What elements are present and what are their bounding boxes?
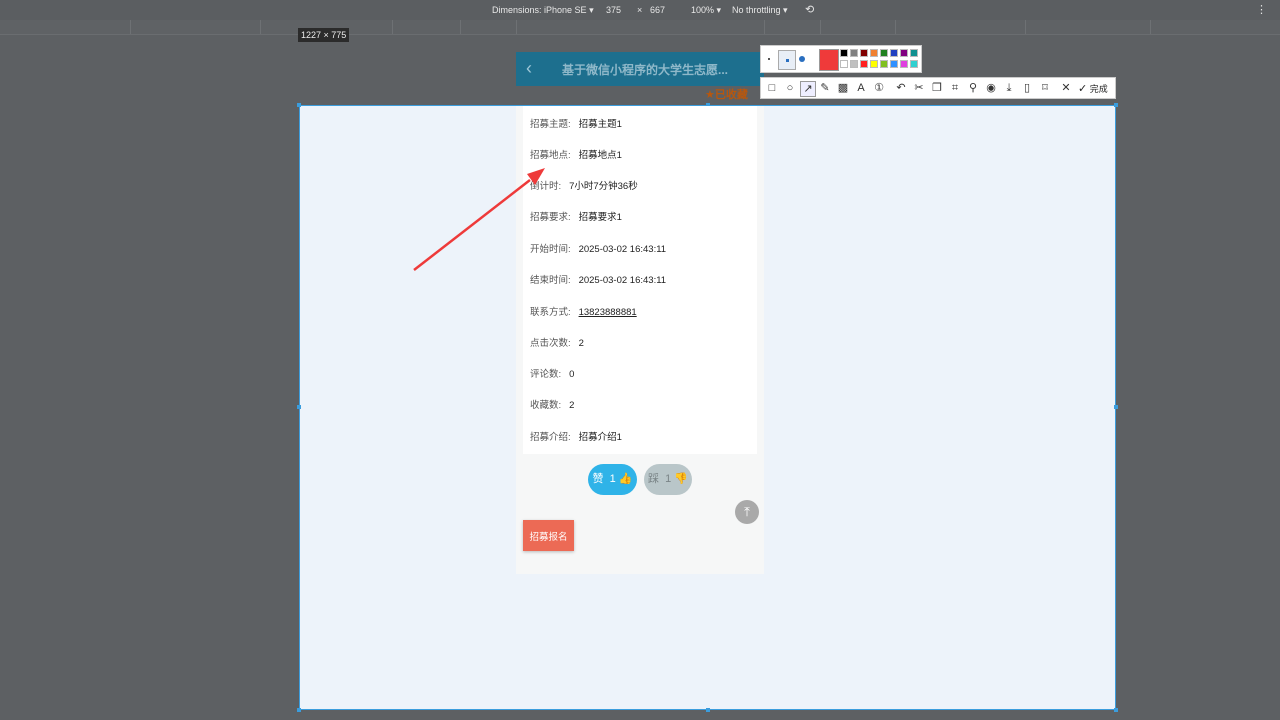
copy-icon[interactable]: ❐ bbox=[930, 81, 944, 95]
number-tool-icon[interactable]: ① bbox=[872, 81, 886, 95]
mosaic-tool-icon[interactable]: ▩ bbox=[836, 81, 850, 95]
color-swatch[interactable] bbox=[890, 49, 898, 57]
record-icon[interactable]: ◉ bbox=[984, 81, 998, 95]
color-swatch[interactable] bbox=[900, 49, 908, 57]
color-swatch[interactable] bbox=[850, 49, 858, 57]
color-swatch[interactable] bbox=[900, 60, 908, 68]
color-swatch[interactable] bbox=[850, 60, 858, 68]
arrow-tool-icon[interactable]: ↗ bbox=[800, 81, 816, 97]
ocr-icon[interactable]: ⌗ bbox=[948, 81, 962, 95]
color-swatch[interactable] bbox=[880, 60, 888, 68]
size-medium-option[interactable] bbox=[778, 50, 796, 70]
ellipse-tool-icon[interactable]: ○ bbox=[783, 81, 797, 95]
annotation-arrow bbox=[413, 168, 545, 271]
download-icon[interactable]: ⤓ bbox=[1002, 81, 1016, 95]
color-palette bbox=[840, 48, 920, 70]
color-swatch[interactable] bbox=[890, 60, 898, 68]
close-icon[interactable]: ✕ bbox=[1059, 81, 1073, 95]
color-swatch[interactable] bbox=[840, 49, 848, 57]
size-small-option[interactable] bbox=[768, 58, 770, 60]
undo-icon[interactable]: ↶ bbox=[894, 81, 908, 95]
pen-tool-icon[interactable]: ✎ bbox=[818, 81, 832, 95]
selected-color-swatch[interactable] bbox=[819, 49, 839, 71]
color-swatch[interactable] bbox=[870, 49, 878, 57]
screenshot-toolbar: □ ○ ↗ ✎ ▩ A ① ↶ ✂ ❐ ⌗ ⚲ ◉ ⤓ ▯ ⌑ ✕ bbox=[760, 77, 1116, 99]
pin-icon[interactable]: ⚲ bbox=[966, 81, 980, 95]
color-swatch[interactable] bbox=[870, 60, 878, 68]
color-swatch[interactable] bbox=[910, 60, 918, 68]
color-swatch[interactable] bbox=[840, 60, 848, 68]
color-swatch[interactable] bbox=[860, 49, 868, 57]
done-button[interactable]: ✓ 完成 bbox=[1078, 82, 1108, 95]
color-swatch[interactable] bbox=[910, 49, 918, 57]
cut-icon[interactable]: ✂ bbox=[912, 81, 926, 95]
phone-icon[interactable]: ▯ bbox=[1020, 81, 1034, 95]
color-swatch[interactable] bbox=[880, 49, 888, 57]
bookmark-icon[interactable]: ⌑ bbox=[1038, 81, 1052, 95]
text-tool-icon[interactable]: A bbox=[854, 81, 868, 95]
rect-tool-icon[interactable]: □ bbox=[765, 81, 779, 95]
size-large-option[interactable] bbox=[799, 56, 805, 62]
check-icon: ✓ bbox=[1078, 83, 1088, 95]
color-size-panel bbox=[760, 45, 922, 73]
color-swatch[interactable] bbox=[860, 60, 868, 68]
